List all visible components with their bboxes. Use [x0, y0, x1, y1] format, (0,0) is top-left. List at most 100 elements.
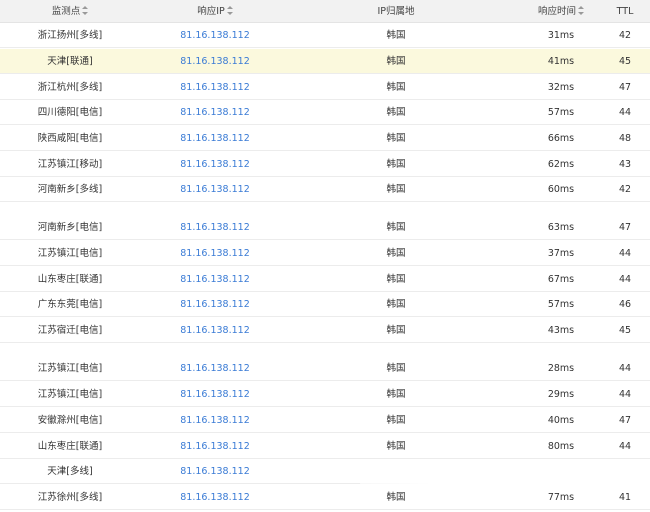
- response-time-cell: 57ms: [547, 107, 575, 118]
- response-time-cell: 28ms: [547, 363, 575, 374]
- location-cell: 韩国: [386, 222, 406, 233]
- node-cell: 河南新乡[电信]: [37, 222, 103, 233]
- location-cell: 韩国: [386, 248, 406, 259]
- table-row: 江苏宿迁[电信] 81.16.138.112 韩国 43ms 45: [0, 318, 650, 343]
- node-cell: 安徽滁州[电信]: [37, 415, 103, 426]
- location-cell: 韩国: [386, 441, 406, 452]
- location-cell: 韩国: [386, 30, 406, 41]
- ttl-cell: 44: [618, 389, 632, 400]
- column-header-response-time[interactable]: 响应时间: [502, 0, 620, 23]
- column-header-location-label: IP归属地: [377, 6, 415, 17]
- location-cell: 韩国: [386, 159, 406, 170]
- ttl-cell: 45: [618, 56, 632, 67]
- node-cell: 天津[多线]: [47, 466, 93, 477]
- location-cell: 韩国: [386, 56, 406, 67]
- ttl-cell: 41: [618, 492, 632, 503]
- response-time-cell: 77ms: [547, 492, 575, 503]
- column-header-response-time-label: 响应时间: [537, 6, 576, 17]
- node-cell: 陕西咸阳[电信]: [37, 133, 103, 144]
- ip-link[interactable]: 81.16.138.112: [140, 459, 290, 484]
- ip-link[interactable]: 81.16.138.112: [140, 49, 290, 74]
- node-cell: 河南新乡[多线]: [37, 184, 103, 195]
- table-row: 四川德阳[电信] 81.16.138.112 韩国 57ms 44: [0, 100, 650, 125]
- response-time-cell: 43ms: [547, 325, 575, 336]
- location-cell: 韩国: [386, 415, 406, 426]
- ip-link[interactable]: 81.16.138.112: [140, 215, 290, 240]
- node-cell: 山东枣庄[联通]: [37, 274, 103, 285]
- table-row: 河南新乡[电信] 81.16.138.112 韩国 63ms 47: [0, 215, 650, 240]
- ip-link[interactable]: 81.16.138.112: [140, 152, 290, 177]
- ip-link[interactable]: 81.16.138.112: [140, 356, 290, 381]
- location-cell: 韩国: [386, 325, 406, 336]
- table-row: 浙江扬州[多线] 81.16.138.112 韩国 31ms 42: [0, 23, 650, 48]
- table-row: 江苏镇江[电信] 81.16.138.112 韩国 29ms 44: [0, 382, 650, 407]
- table-row: 安徽滁州[电信] 81.16.138.112 韩国 40ms 47: [0, 408, 650, 433]
- location-cell: 韩国: [386, 82, 406, 93]
- ip-link[interactable]: 81.16.138.112: [140, 75, 290, 100]
- location-cell: 韩国: [386, 389, 406, 400]
- sort-icon[interactable]: [578, 6, 584, 15]
- ttl-cell: 42: [618, 30, 632, 41]
- table-row: 广东东莞[电信] 81.16.138.112 韩国 57ms 46: [0, 292, 650, 317]
- column-header-ip[interactable]: 响应IP: [140, 0, 290, 23]
- ip-link[interactable]: 81.16.138.112: [140, 267, 290, 292]
- ttl-cell: 47: [618, 82, 632, 93]
- table-row: 江苏镇江[电信] 81.16.138.112 韩国 37ms 44: [0, 241, 650, 266]
- node-cell: 江苏徐州[多线]: [37, 492, 103, 503]
- location-cell: 韩国: [386, 492, 406, 503]
- response-time-cell: 67ms: [547, 274, 575, 285]
- sort-icon[interactable]: [82, 6, 89, 15]
- location-cell: 韩国: [386, 107, 406, 118]
- loading-overlay: [360, 462, 650, 484]
- column-header-ttl-label: TTL: [616, 6, 634, 17]
- table-row: 天津[联通] 81.16.138.112 韩国 41ms 45: [0, 49, 650, 74]
- node-cell: 天津[联通]: [47, 56, 93, 67]
- ttl-cell: 46: [618, 299, 632, 310]
- ip-link[interactable]: 81.16.138.112: [140, 318, 290, 343]
- sort-icon[interactable]: [226, 6, 233, 15]
- node-cell: 浙江杭州[多线]: [37, 82, 103, 93]
- node-cell: 广东东莞[电信]: [37, 299, 103, 310]
- table-row: 江苏镇江[移动] 81.16.138.112 韩国 62ms 43: [0, 152, 650, 177]
- node-cell: 江苏镇江[移动]: [37, 159, 103, 170]
- ip-link[interactable]: 81.16.138.112: [140, 408, 290, 433]
- table-header: 监测点 响应IP IP归属地 响应时间 TTL: [0, 0, 650, 23]
- column-header-node-label: 监测点: [51, 6, 81, 17]
- response-time-cell: 37ms: [547, 248, 575, 259]
- response-time-cell: 62ms: [547, 159, 575, 170]
- ttl-cell: 44: [618, 363, 632, 374]
- ttl-cell: 44: [618, 107, 632, 118]
- ip-link[interactable]: 81.16.138.112: [140, 485, 290, 510]
- table-row: 河南新乡[多线] 81.16.138.112 韩国 60ms 42: [0, 177, 650, 202]
- ip-link[interactable]: 81.16.138.112: [140, 126, 290, 151]
- ip-link[interactable]: 81.16.138.112: [140, 100, 290, 125]
- location-cell: 韩国: [386, 184, 406, 195]
- response-time-cell: 66ms: [547, 133, 575, 144]
- response-time-cell: 31ms: [547, 30, 575, 41]
- ttl-cell: 44: [618, 441, 632, 452]
- location-cell: 韩国: [386, 363, 406, 374]
- ip-link[interactable]: 81.16.138.112: [140, 434, 290, 459]
- response-time-cell: 63ms: [547, 222, 575, 233]
- ip-link[interactable]: 81.16.138.112: [140, 177, 290, 202]
- node-cell: 江苏宿迁[电信]: [37, 325, 103, 336]
- response-time-cell: 32ms: [547, 82, 575, 93]
- ip-link[interactable]: 81.16.138.112: [140, 23, 290, 48]
- location-cell: 韩国: [386, 133, 406, 144]
- response-time-cell: 41ms: [547, 56, 575, 67]
- column-header-node[interactable]: 监测点: [0, 0, 140, 23]
- node-cell: 江苏镇江[电信]: [37, 363, 103, 374]
- column-header-ip-label: 响应IP: [197, 6, 225, 17]
- node-cell: 江苏镇江[电信]: [37, 389, 103, 400]
- ttl-cell: 44: [618, 248, 632, 259]
- table-row: 山东枣庄[联通] 81.16.138.112 韩国 80ms 44: [0, 434, 650, 459]
- ttl-cell: 48: [618, 133, 632, 144]
- ip-link[interactable]: 81.16.138.112: [140, 382, 290, 407]
- ip-link[interactable]: 81.16.138.112: [140, 292, 290, 317]
- node-cell: 浙江扬州[多线]: [37, 30, 103, 41]
- ttl-cell: 47: [618, 222, 632, 233]
- response-time-cell: 80ms: [547, 441, 575, 452]
- node-cell: 江苏镇江[电信]: [37, 248, 103, 259]
- table-row: 浙江杭州[多线] 81.16.138.112 韩国 32ms 47: [0, 75, 650, 100]
- ip-link[interactable]: 81.16.138.112: [140, 241, 290, 266]
